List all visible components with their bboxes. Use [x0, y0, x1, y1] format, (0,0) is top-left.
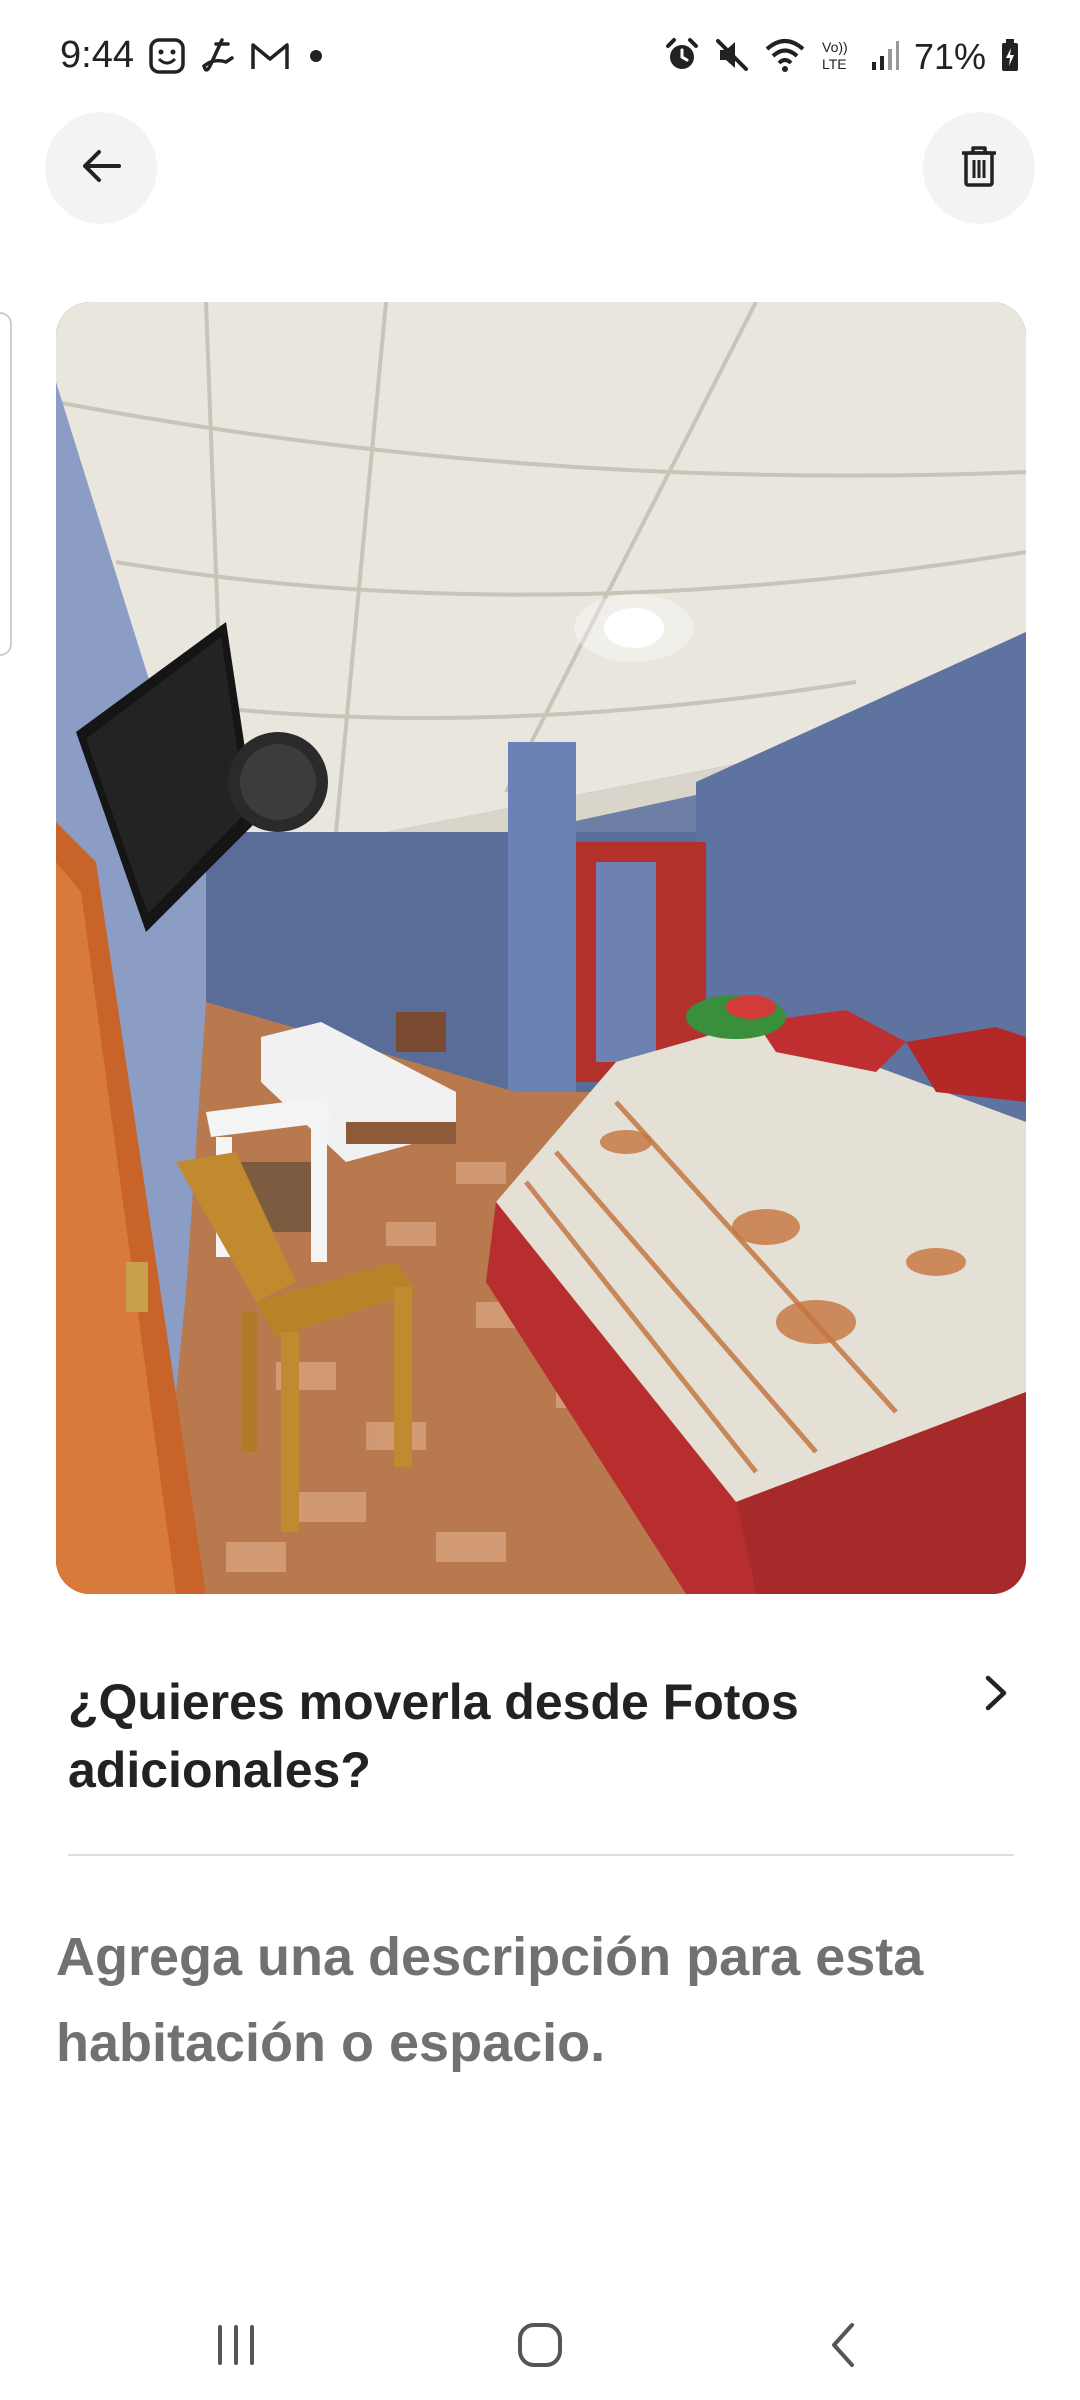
- nav-recents-button[interactable]: [196, 2312, 276, 2382]
- battery-icon: [1000, 38, 1020, 77]
- divider: [68, 1854, 1014, 1856]
- nav-home-button[interactable]: [500, 2312, 580, 2382]
- arrow-left-icon: [79, 144, 123, 193]
- trash-icon: [959, 144, 999, 193]
- gmail-icon: [250, 40, 290, 77]
- back-button[interactable]: [45, 112, 157, 224]
- back-icon: [826, 2321, 862, 2374]
- status-time: 9:44: [60, 34, 134, 76]
- status-bar: 9:44 Vo)) LTE 71%: [0, 0, 1080, 120]
- delete-photo-button[interactable]: [923, 112, 1035, 224]
- signature-app-icon: [200, 36, 236, 81]
- nav-back-button[interactable]: [804, 2312, 884, 2382]
- svg-text:Vo)): Vo)): [822, 39, 848, 55]
- recents-icon: [212, 2323, 260, 2372]
- system-nav-bar: [0, 2290, 1080, 2400]
- svg-text:LTE: LTE: [822, 56, 847, 72]
- status-notification-icons: [148, 36, 328, 81]
- mute-icon: [714, 37, 750, 78]
- volte-icon: Vo)) LTE: [820, 37, 856, 78]
- move-prompt-title: ¿Quieres moverla desde Fotos adicionales…: [68, 1674, 799, 1798]
- smiley-notification-icon: [148, 37, 186, 80]
- alarm-icon: [664, 37, 700, 78]
- description-input[interactable]: Agrega una descripción para esta habitac…: [56, 1914, 1016, 2086]
- signal-icon: [870, 38, 900, 77]
- status-system-icons: Vo)) LTE 71%: [664, 36, 1020, 78]
- dot-icon: [304, 44, 328, 73]
- room-photo: [56, 302, 1026, 1594]
- home-icon: [516, 2321, 564, 2374]
- chevron-right-icon: [976, 1668, 1016, 1718]
- wifi-icon: [764, 37, 806, 78]
- edge-panel-handle[interactable]: [0, 312, 12, 656]
- move-from-additional-photos-row[interactable]: ¿Quieres moverla desde Fotos adicionales…: [68, 1668, 1018, 1804]
- battery-percent: 71%: [913, 36, 986, 77]
